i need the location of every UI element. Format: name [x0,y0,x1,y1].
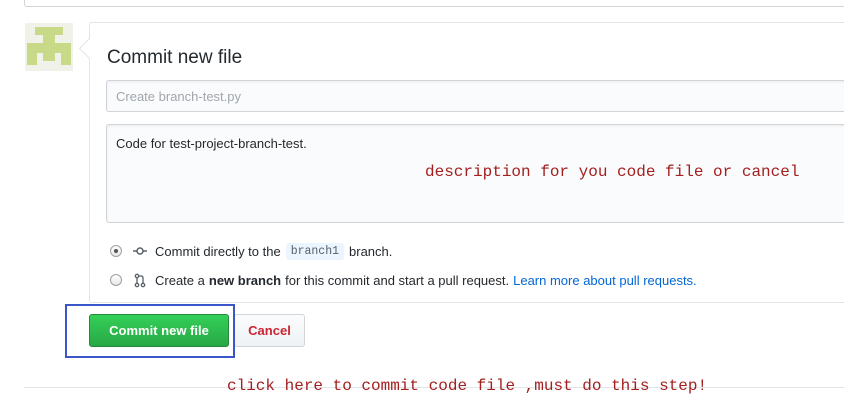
new-branch-option[interactable]: Create a new branch for this commit and … [110,271,697,289]
commit-directly-suffix: branch. [349,243,393,259]
identicon-avatar-icon [25,23,73,71]
new-branch-suffix: for this commit and start a pull request… [285,272,510,288]
commit-directly-option[interactable]: Commit directly to the branch1 branch. [110,242,392,260]
new-branch-bold: new branch [208,272,282,288]
commit-summary-input[interactable] [106,80,844,112]
user-avatar[interactable] [25,23,73,71]
annotation-commit-note: click here to commit code file ,must do … [227,377,708,395]
new-branch-text: Create a [155,272,205,288]
commit-new-file-button[interactable]: Commit new file [89,314,229,347]
commit-directly-radio[interactable] [110,245,122,257]
git-commit-icon [132,243,148,259]
branch-name-badge: branch1 [285,242,345,260]
new-branch-radio[interactable] [110,274,122,286]
commit-form-title: Commit new file [107,47,243,68]
annotation-description-note: description for you code file or cancel [425,163,800,181]
previous-panel-edge [24,0,844,7]
learn-more-pull-requests-link[interactable]: Learn more about pull requests. [513,273,697,288]
git-pull-request-icon [132,272,148,288]
cancel-button[interactable]: Cancel [234,314,305,347]
commit-directly-text: Commit directly to the [155,243,281,259]
